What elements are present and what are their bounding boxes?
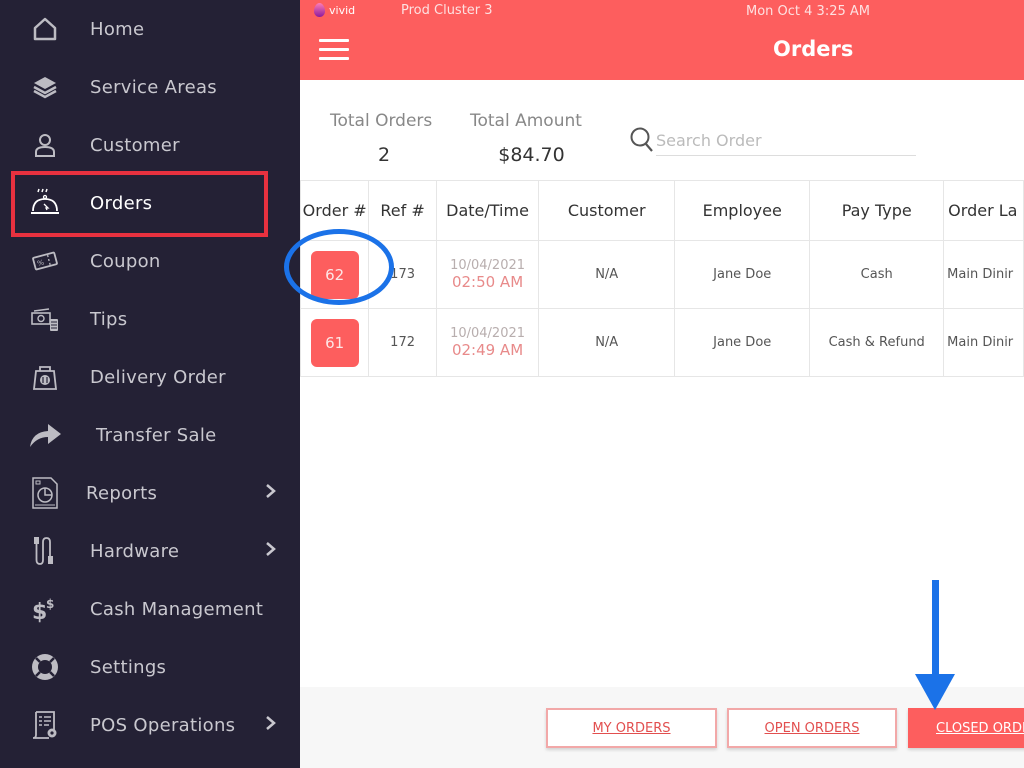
sidebar-item-label: Transfer Sale xyxy=(96,424,217,446)
employee-cell: Jane Doe xyxy=(674,308,811,377)
sidebar-item-service-areas[interactable]: Service Areas xyxy=(0,58,300,116)
brand-logo: vivid xyxy=(314,3,355,17)
cluster-name: Prod Cluster 3 xyxy=(401,3,493,18)
sidebar-item-label: Orders xyxy=(90,192,153,214)
order-number-cell: 61 xyxy=(299,308,370,377)
svg-text:$: $ xyxy=(46,597,54,611)
sidebar-item-tips[interactable]: Tips xyxy=(0,290,300,348)
table-header-row: Order # Ref # Date/Time Customer Employe… xyxy=(299,180,1024,241)
column-header-order-location[interactable]: Order La xyxy=(943,180,1024,241)
sidebar-item-label: Customer xyxy=(90,134,180,156)
order-number-button[interactable]: 61 xyxy=(310,318,359,367)
open-orders-button[interactable]: OPEN ORDERS xyxy=(727,708,897,748)
lifebuoy-icon xyxy=(28,650,62,684)
datetime-cell: 10/04/2021 02:49 AM xyxy=(435,308,540,377)
sidebar-item-label: Delivery Order xyxy=(90,366,226,388)
chevron-right-icon xyxy=(264,541,278,562)
column-header-order[interactable]: Order # xyxy=(299,180,370,241)
layers-icon xyxy=(28,70,62,104)
vivid-logo-icon xyxy=(314,3,325,17)
sidebar-item-home[interactable]: Home xyxy=(0,0,300,58)
table-row[interactable]: 62 173 10/04/2021 02:50 AM N/A Jane Doe … xyxy=(299,240,1024,309)
user-icon xyxy=(28,128,62,162)
sidebar: Home Service Areas Customer Orders % Cou… xyxy=(0,0,300,768)
svg-text:%: % xyxy=(36,258,45,268)
bag-icon xyxy=(28,360,62,394)
column-header-pay-type[interactable]: Pay Type xyxy=(809,180,945,241)
sidebar-item-orders[interactable]: Orders xyxy=(0,174,300,232)
customer-cell: N/A xyxy=(538,308,676,377)
order-time: 02:49 AM xyxy=(451,341,524,359)
page-title: Orders xyxy=(773,37,854,61)
sidebar-item-label: Home xyxy=(90,18,145,40)
column-header-employee[interactable]: Employee xyxy=(674,180,811,241)
search-icon[interactable] xyxy=(629,126,655,152)
table-row[interactable]: 61 172 10/04/2021 02:49 AM N/A Jane Doe … xyxy=(299,308,1024,377)
search-order-input[interactable] xyxy=(656,126,916,156)
sidebar-item-reports[interactable]: Reports xyxy=(0,464,300,522)
my-orders-button[interactable]: MY ORDERS xyxy=(546,708,717,748)
coupon-icon: % xyxy=(28,244,62,278)
employee-cell: Jane Doe xyxy=(674,240,811,309)
sidebar-item-label: Service Areas xyxy=(90,76,217,98)
orders-table: Order # Ref # Date/Time Customer Employe… xyxy=(299,180,1024,377)
sidebar-item-settings[interactable]: Settings xyxy=(0,638,300,696)
sidebar-item-label: Coupon xyxy=(90,250,161,272)
pay-type-cell: Cash & Refund xyxy=(809,308,945,377)
hamburger-menu-button[interactable] xyxy=(319,39,349,61)
closed-orders-button[interactable]: CLOSED ORDERS xyxy=(908,708,1024,748)
column-header-datetime[interactable]: Date/Time xyxy=(435,180,540,241)
brand-name: vivid xyxy=(329,3,356,17)
app: Home Service Areas Customer Orders % Cou… xyxy=(0,0,1024,768)
sidebar-item-delivery-order[interactable]: Delivery Order xyxy=(0,348,300,406)
cloche-icon xyxy=(28,186,62,220)
sidebar-item-label: Hardware xyxy=(90,540,180,562)
share-arrow-icon xyxy=(28,418,62,452)
sidebar-item-customer[interactable]: Customer xyxy=(0,116,300,174)
customer-cell: N/A xyxy=(538,240,676,309)
cable-icon xyxy=(28,534,62,568)
chevron-right-icon xyxy=(264,483,278,504)
column-header-ref[interactable]: Ref # xyxy=(368,180,437,241)
total-amount-label: Total Amount xyxy=(470,111,582,131)
sidebar-item-label: Cash Management xyxy=(90,598,264,620)
total-orders-value: 2 xyxy=(377,144,391,166)
order-number-button[interactable]: 62 xyxy=(310,250,359,299)
order-location-cell: Main Dinir xyxy=(943,240,1024,309)
order-location-cell: Main Dinir xyxy=(943,308,1024,377)
top-bar: vivid Prod Cluster 3 Mon Oct 4 3:25 AM O… xyxy=(300,0,1024,80)
report-icon xyxy=(28,476,62,510)
sidebar-item-label: Tips xyxy=(90,308,128,330)
sidebar-item-transfer-sale[interactable]: Transfer Sale xyxy=(0,406,300,464)
menu-icon-bar xyxy=(319,57,349,60)
menu-icon-bar xyxy=(319,48,349,51)
home-icon xyxy=(28,12,62,46)
sidebar-item-label: Reports xyxy=(86,482,158,504)
money-icon xyxy=(28,302,62,336)
datetime-cell: 10/04/2021 02:50 AM xyxy=(435,240,540,309)
sidebar-item-hardware[interactable]: Hardware xyxy=(0,522,300,580)
ref-cell: 173 xyxy=(368,240,437,309)
total-amount-value: $84.70 xyxy=(498,144,565,166)
sidebar-item-coupon[interactable]: % Coupon xyxy=(0,232,300,290)
pay-type-cell: Cash xyxy=(809,240,945,309)
order-date: 10/04/2021 xyxy=(450,258,526,273)
order-date: 10/04/2021 xyxy=(450,326,526,341)
order-number-cell: 62 xyxy=(299,240,370,309)
sidebar-item-label: Settings xyxy=(90,656,167,678)
status-datetime: Mon Oct 4 3:25 AM xyxy=(746,4,870,19)
sidebar-item-pos-operations[interactable]: POS Operations xyxy=(0,696,300,754)
sidebar-item-cash-management[interactable]: $ $ Cash Management xyxy=(0,580,300,638)
dollar-icon: $ $ xyxy=(28,592,62,626)
chevron-right-icon xyxy=(264,715,278,736)
column-header-customer[interactable]: Customer xyxy=(538,180,676,241)
pos-icon xyxy=(28,708,62,742)
order-time: 02:50 AM xyxy=(451,273,524,291)
total-orders-label: Total Orders xyxy=(330,111,433,131)
sidebar-item-label: POS Operations xyxy=(90,714,236,736)
menu-icon-bar xyxy=(319,39,349,42)
ref-cell: 172 xyxy=(368,308,437,377)
